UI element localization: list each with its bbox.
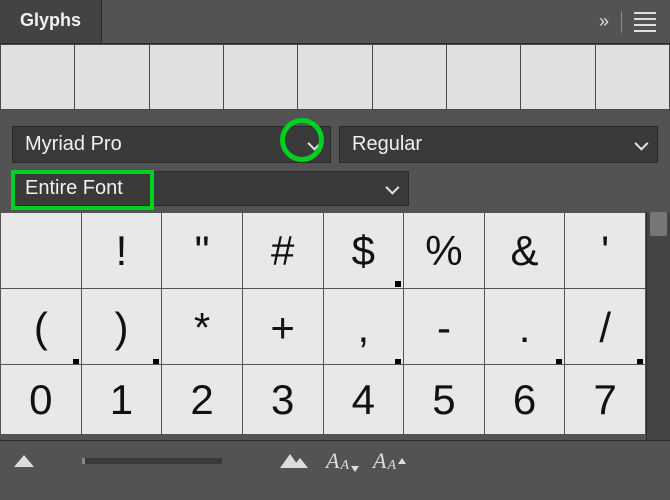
font-style-value: Regular bbox=[352, 133, 422, 156]
font-family-dropdown[interactable]: Myriad Pro bbox=[12, 126, 331, 163]
recent-glyph-slot[interactable] bbox=[372, 44, 446, 110]
panel-menu-icon[interactable] bbox=[634, 12, 656, 32]
recent-glyph-slot[interactable] bbox=[223, 44, 297, 110]
recent-glyph-slot[interactable] bbox=[297, 44, 371, 110]
panel-header: Glyphs » bbox=[0, 0, 670, 44]
scrollbar[interactable] bbox=[646, 212, 670, 440]
glyph-cell[interactable]: * bbox=[161, 288, 242, 366]
decrease-size-icon[interactable]: AA bbox=[326, 448, 359, 474]
glyph-cell[interactable]: 3 bbox=[242, 364, 323, 434]
font-selector-row: Myriad Pro Regular bbox=[0, 110, 670, 171]
font-style-dropdown[interactable]: Regular bbox=[339, 126, 658, 163]
chevron-down-icon bbox=[634, 136, 648, 150]
glyph-grid-wrap: !"#$%&' ()*+,-./ 01234567 bbox=[0, 212, 670, 440]
glyph-cell[interactable]: % bbox=[403, 212, 484, 288]
glyph-cell[interactable]: 4 bbox=[323, 364, 404, 434]
alternate-glyph-indicator bbox=[395, 281, 401, 287]
font-family-value: Myriad Pro bbox=[25, 133, 122, 156]
recent-glyph-slot[interactable] bbox=[520, 44, 594, 110]
glyph-cell[interactable]: . bbox=[484, 288, 565, 366]
glyph-cell[interactable]: 1 bbox=[81, 364, 162, 434]
glyph-subset-dropdown[interactable]: Entire Font bbox=[12, 171, 409, 206]
panel-footer: AA AA bbox=[0, 440, 670, 480]
glyph-cell[interactable]: # bbox=[242, 212, 323, 288]
glyph-cell[interactable]: ) bbox=[81, 288, 162, 366]
collapse-icon[interactable]: » bbox=[599, 11, 609, 32]
recent-glyphs-row bbox=[0, 44, 670, 110]
recent-glyph-slot[interactable] bbox=[149, 44, 223, 110]
recent-glyph-slot[interactable] bbox=[595, 44, 670, 110]
glyph-cell[interactable] bbox=[0, 212, 81, 288]
subset-row: Entire Font bbox=[0, 171, 670, 212]
zoom-slider-thumb[interactable] bbox=[48, 455, 68, 467]
chevron-down-icon bbox=[307, 136, 321, 150]
glyph-grid: !"#$%&' ()*+,-./ 01234567 bbox=[0, 212, 646, 440]
glyph-cell[interactable]: 2 bbox=[161, 364, 242, 434]
glyph-cell[interactable]: ( bbox=[0, 288, 81, 366]
zoom-out-icon[interactable] bbox=[14, 455, 34, 467]
glyph-cell[interactable]: 5 bbox=[403, 364, 484, 434]
recent-glyph-slot[interactable] bbox=[0, 44, 74, 110]
glyph-cell[interactable]: ' bbox=[564, 212, 646, 288]
glyph-cell[interactable]: $ bbox=[323, 212, 404, 288]
glyph-cell[interactable]: 6 bbox=[484, 364, 565, 434]
recent-glyph-slot[interactable] bbox=[74, 44, 148, 110]
glyph-cell[interactable]: & bbox=[484, 212, 565, 288]
glyph-cell[interactable]: 0 bbox=[0, 364, 81, 434]
glyph-cell[interactable]: 7 bbox=[564, 364, 646, 434]
recent-glyph-slot[interactable] bbox=[446, 44, 520, 110]
glyph-cell[interactable]: - bbox=[403, 288, 484, 366]
glyph-cell[interactable]: / bbox=[564, 288, 646, 366]
zoom-in-icon[interactable] bbox=[280, 454, 312, 468]
zoom-slider[interactable] bbox=[82, 458, 222, 464]
scrollbar-thumb[interactable] bbox=[650, 212, 667, 236]
glyph-cell[interactable]: + bbox=[242, 288, 323, 366]
glyph-cell[interactable]: " bbox=[161, 212, 242, 288]
panel-tab-glyphs[interactable]: Glyphs bbox=[0, 0, 102, 43]
glyph-cell[interactable]: ! bbox=[81, 212, 162, 288]
subset-value: Entire Font bbox=[25, 177, 123, 200]
chevron-down-icon bbox=[385, 180, 399, 194]
divider bbox=[621, 11, 622, 33]
glyph-cell[interactable]: , bbox=[323, 288, 404, 366]
increase-size-icon[interactable]: AA bbox=[373, 448, 406, 474]
